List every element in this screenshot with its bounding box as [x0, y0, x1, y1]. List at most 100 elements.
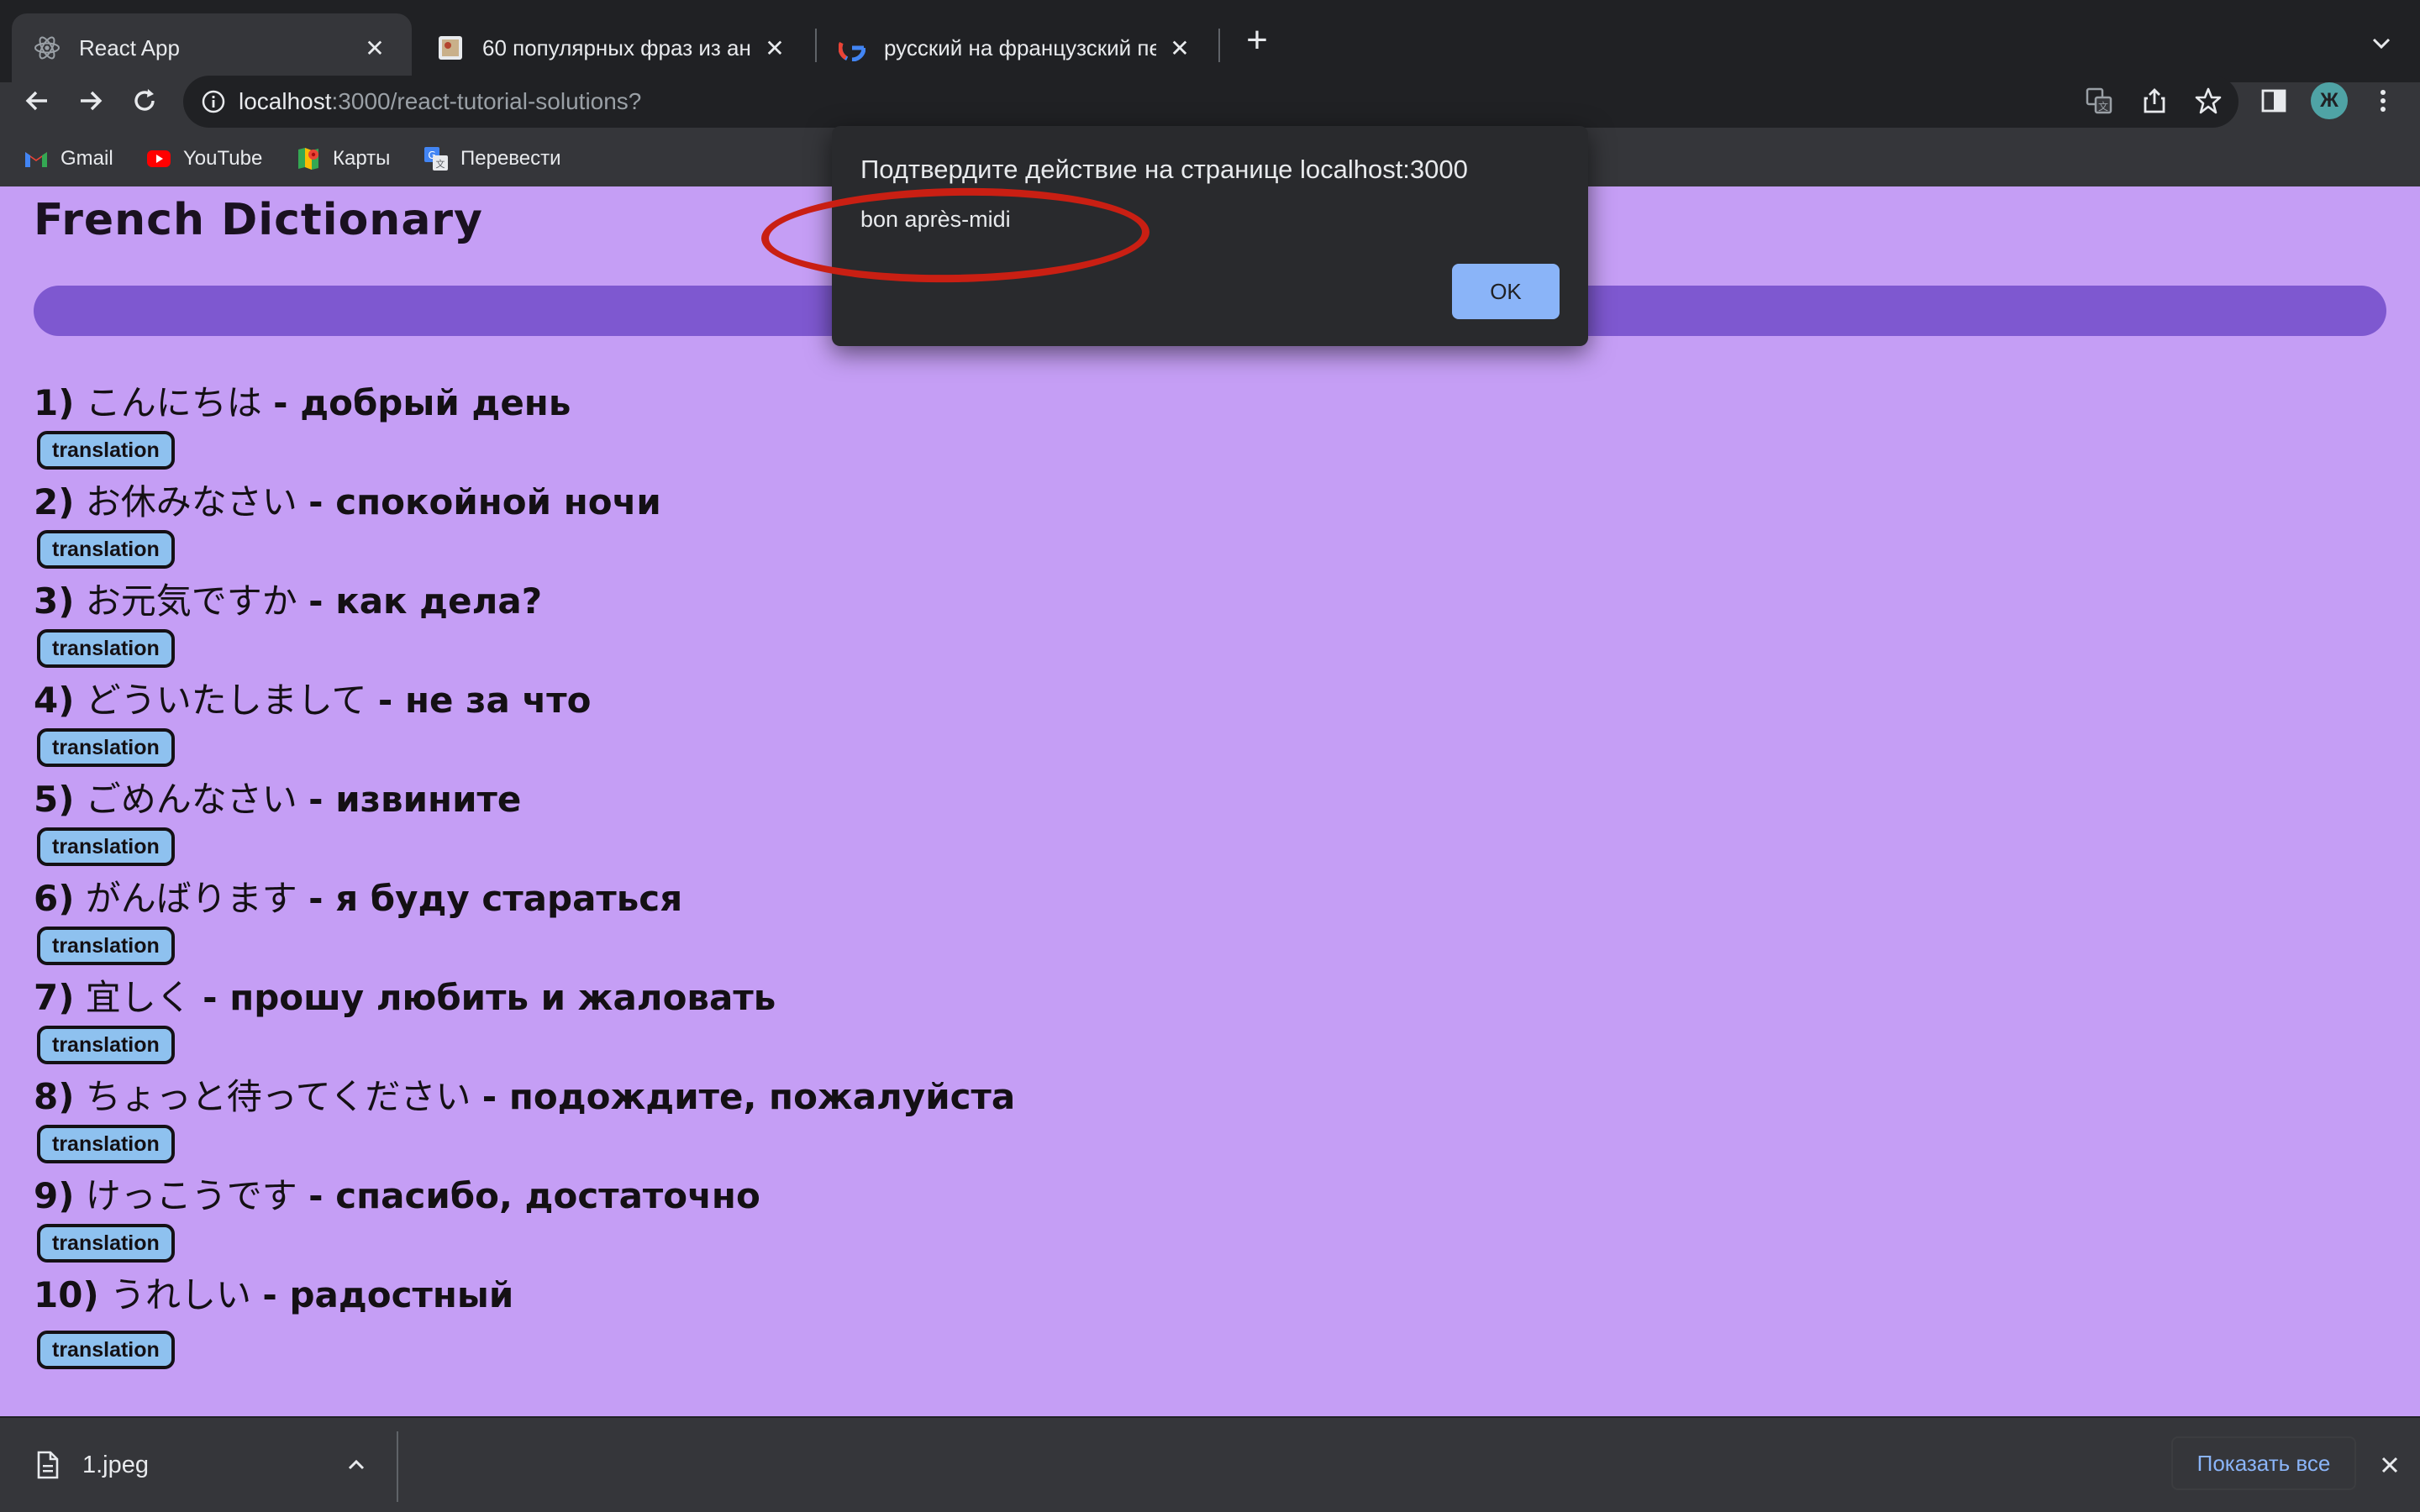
bookmark-star-icon[interactable] — [2191, 84, 2225, 118]
entry-number: 3) — [34, 580, 75, 622]
entry-russian: - как дела? — [308, 580, 543, 622]
bookmark-maps[interactable]: Карты — [296, 144, 390, 173]
share-icon[interactable] — [2138, 84, 2171, 118]
entry-text: 4) どういたしまして - не за что — [34, 675, 591, 726]
translation-button[interactable]: translation — [37, 1125, 175, 1163]
svg-text:文: 文 — [2098, 100, 2108, 113]
entry-japanese: がんばります — [85, 878, 297, 919]
entry-number: 2) — [34, 481, 75, 522]
entry-number: 6) — [34, 878, 75, 919]
entry-number: 10) — [34, 1274, 99, 1315]
close-icon[interactable] — [2373, 1448, 2407, 1482]
tab-search-chevron-icon[interactable] — [2365, 27, 2398, 60]
translation-button[interactable]: translation — [37, 1224, 175, 1263]
entry-russian: - подождите, пожалуйста — [481, 1076, 1016, 1117]
show-all-button[interactable]: Показать все — [2171, 1436, 2356, 1490]
translation-button[interactable]: translation — [37, 629, 175, 668]
side-panel-icon[interactable] — [2257, 84, 2291, 118]
reload-button[interactable] — [124, 81, 165, 121]
new-tab-button[interactable]: + — [1239, 22, 1276, 60]
bookmark-youtube[interactable]: YouTube — [146, 144, 262, 173]
chevron-up-icon[interactable] — [339, 1448, 373, 1482]
image-icon — [437, 34, 464, 61]
svg-text:文: 文 — [436, 158, 445, 170]
translation-button[interactable]: translation — [37, 1331, 175, 1369]
bookmark-label: Перевести — [460, 147, 561, 170]
entry-number: 5) — [34, 779, 75, 820]
entry-number: 9) — [34, 1175, 75, 1216]
info-icon[interactable] — [197, 85, 230, 118]
translate-page-icon[interactable]: 文 — [2082, 84, 2116, 118]
entry-text: 9) けっこうです - спасибо, достаточно — [34, 1171, 760, 1221]
back-button[interactable] — [17, 81, 57, 121]
entry-russian: - прошу любить и жаловать — [203, 977, 776, 1018]
url-text[interactable]: localhost:3000/react-tutorial-solutions? — [239, 88, 641, 115]
youtube-icon — [146, 146, 171, 171]
bookmark-gmail[interactable]: Gmail — [24, 144, 113, 173]
entry-text: 5) ごめんなさい - извините — [34, 774, 521, 825]
translation-button[interactable]: translation — [37, 827, 175, 866]
entry-japanese: ちょっと待ってください — [85, 1076, 471, 1117]
entry-russian: - спокойной ночи — [308, 481, 661, 522]
entry-number: 8) — [34, 1076, 75, 1117]
translation-button[interactable]: translation — [37, 927, 175, 965]
entry-japanese: こんにちは — [85, 382, 262, 423]
entry-russian: - радостный — [262, 1274, 514, 1315]
entry-text: 8) ちょっと待ってください - подождите, пожалуйста — [34, 1072, 1015, 1122]
entry-text: 1) こんにちは - добрый день — [34, 378, 571, 428]
download-bar: 1.jpeg Показать все — [0, 1416, 2420, 1512]
page-title: French Dictionary — [34, 195, 483, 245]
close-icon[interactable]: ✕ — [1165, 33, 1195, 63]
close-icon[interactable]: ✕ — [760, 33, 790, 63]
tab-react-app[interactable]: React App ✕ — [12, 13, 412, 82]
translation-button[interactable]: translation — [37, 431, 175, 470]
entry-number: 4) — [34, 680, 75, 721]
tab-google-translate[interactable]: русский на французский пере ✕ — [817, 13, 1217, 82]
entry-japanese: 宜しく — [85, 977, 192, 1018]
entry-japanese: うれしい — [110, 1274, 252, 1315]
tab-strip: React App ✕ 60 популярных фраз из аниме … — [0, 0, 2420, 82]
entry-russian: - спасибо, достаточно — [308, 1175, 760, 1216]
tab-title: русский на французский пере — [884, 34, 1156, 60]
entry-japanese: お休みなさい — [85, 481, 297, 522]
react-icon — [34, 34, 60, 61]
maps-icon — [296, 146, 321, 171]
divider — [397, 1431, 398, 1502]
entry-text: 7) 宜しく - прошу любить и жаловать — [34, 973, 776, 1023]
entry-russian: - извините — [308, 779, 522, 820]
ok-button[interactable]: OK — [1452, 264, 1560, 319]
download-file-name[interactable]: 1.jpeg — [82, 1452, 149, 1479]
entry-number: 1) — [34, 382, 75, 423]
url-path: :3000/react-tutorial-solutions? — [331, 88, 642, 114]
dialog-title: Подтвердите действие на странице localho… — [860, 155, 1468, 184]
entry-text: 3) お元気ですか - как дела? — [34, 576, 542, 627]
entry-text: 2) お休みなさい - спокойной ночи — [34, 477, 661, 528]
entry-number: 7) — [34, 977, 75, 1018]
page-content: French Dictionary 1) こんにちは - добрый день… — [0, 186, 2420, 1416]
file-icon — [30, 1448, 64, 1482]
entry-text: 10) うれしい - радостный — [34, 1270, 513, 1320]
forward-button[interactable] — [71, 81, 111, 121]
entry-japanese: お元気ですか — [85, 580, 297, 622]
google-icon — [839, 34, 865, 61]
translate-icon: G文 — [424, 146, 449, 171]
tab-title: 60 популярных фраз из аниме — [482, 34, 751, 60]
translation-button[interactable]: translation — [37, 530, 175, 569]
bookmark-translate[interactable]: G文 Перевести — [424, 144, 561, 173]
bookmark-label: Карты — [333, 147, 391, 170]
close-icon[interactable]: ✕ — [360, 33, 390, 63]
translation-button[interactable]: translation — [37, 728, 175, 767]
tab-anime-phrases[interactable]: 60 популярных фраз из аниме ✕ — [415, 13, 812, 82]
tab-separator — [1218, 29, 1220, 62]
url-host: localhost — [239, 88, 332, 114]
tab-title: React App — [79, 34, 180, 60]
profile-avatar[interactable]: Ж — [2311, 82, 2348, 119]
entry-text: 6) がんばります - я буду стараться — [34, 874, 682, 924]
menu-dots-icon[interactable] — [2366, 84, 2400, 118]
bookmark-label: YouTube — [183, 147, 263, 170]
gmail-icon — [24, 146, 49, 171]
entry-russian: - я буду стараться — [308, 878, 683, 919]
translation-button[interactable]: translation — [37, 1026, 175, 1064]
entry-japanese: ごめんなさい — [85, 779, 297, 820]
bookmark-label: Gmail — [60, 147, 113, 170]
